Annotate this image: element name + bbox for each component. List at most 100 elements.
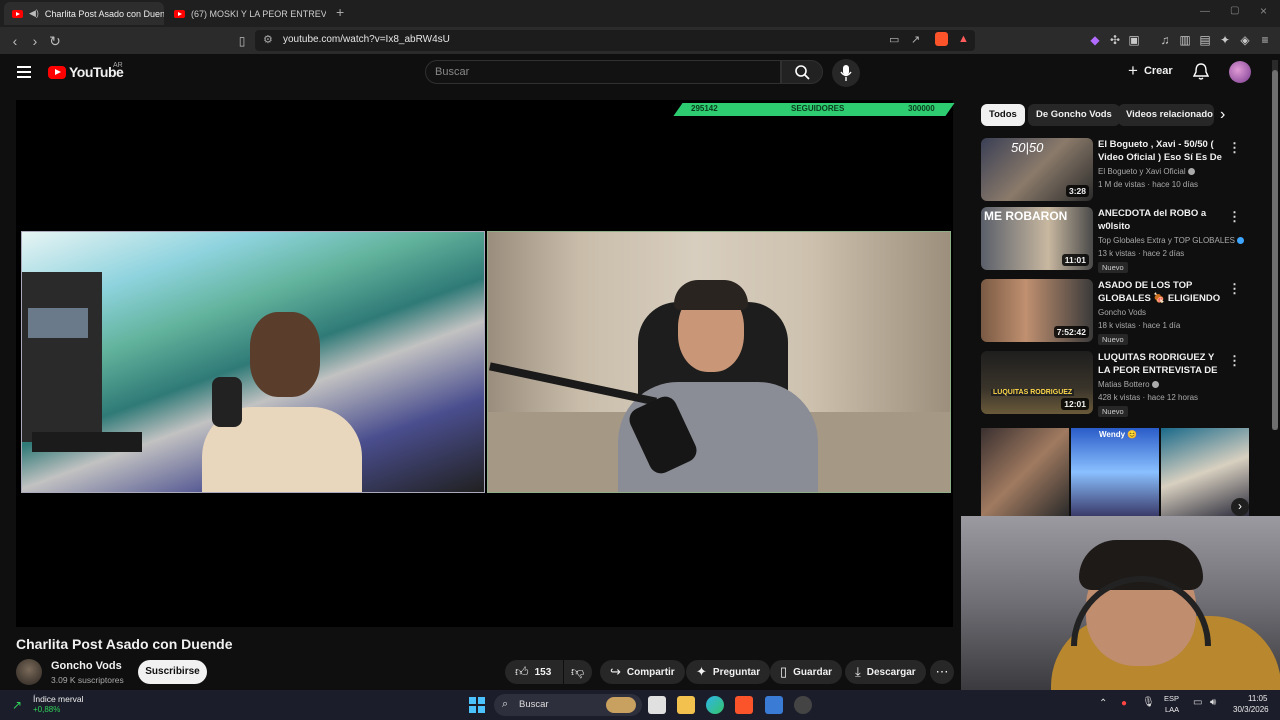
sidebar-icon[interactable]: ▥ <box>1178 33 1192 47</box>
voice-search-button[interactable] <box>832 59 860 87</box>
reload-icon[interactable]: ↻ <box>46 32 64 50</box>
monitor-screen-shape <box>28 308 88 338</box>
like-button[interactable]: 👍︎ 153 <box>505 660 563 684</box>
short-thumbnail[interactable] <box>981 428 1069 516</box>
obs-studio-icon[interactable] <box>794 696 812 714</box>
video-title[interactable]: LUQUITAS RODRIGUEZ Y LA PEOR ENTREVISTA … <box>1098 351 1223 377</box>
like-count: 153 <box>534 666 552 678</box>
extension-icon[interactable]: ◆ <box>1088 33 1102 47</box>
wallet-icon[interactable]: ▤ <box>1198 33 1212 47</box>
video-player[interactable]: 295142 SEGUIDORES 300000 <box>16 100 955 627</box>
address-bar[interactable]: ⚙ youtube.com/watch?v=Ix8_abRW4sU ▭ ↗ ▲ <box>255 30 975 51</box>
save-button[interactable]: ▯ Guardar <box>770 660 843 684</box>
page-scrollbar[interactable] <box>1272 60 1278 430</box>
more-vertical-icon[interactable]: ⋮ <box>1228 353 1241 369</box>
dislike-button[interactable]: 👎︎ <box>564 660 592 684</box>
plus-icon: + <box>1128 61 1138 80</box>
short-thumbnail[interactable]: Wendy 😊 <box>1071 428 1159 516</box>
related-video[interactable]: LUQUITAS RODRIGUEZ 12:01 LUQUITAS RODRIG… <box>981 351 1241 417</box>
video-thumbnail[interactable]: LUQUITAS RODRIGUEZ 12:01 <box>981 351 1093 414</box>
notifications-bell-icon[interactable] <box>1192 63 1211 81</box>
share-page-icon[interactable]: ↗ <box>911 33 920 46</box>
more-vertical-icon[interactable]: ⋮ <box>1228 209 1241 225</box>
video-thumbnail[interactable]: ME ROBARON 11:01 <box>981 207 1093 270</box>
chip-todos[interactable]: Todos <box>981 104 1025 126</box>
download-label: Descargar <box>866 666 916 678</box>
brave-shields-icon[interactable] <box>935 32 948 46</box>
search-button[interactable] <box>781 60 823 84</box>
media-icon[interactable]: ♫ <box>1158 33 1172 47</box>
keyboard-layout: LAA <box>1165 705 1180 714</box>
leo-ai-icon[interactable]: ✦ <box>1218 33 1232 47</box>
channel-name[interactable]: Goncho Vods <box>51 660 122 672</box>
video-title[interactable]: ANECDOTA del ROBO a w0lsito <box>1098 207 1223 233</box>
streamer-camera-left <box>21 231 485 493</box>
search-placeholder: Buscar <box>435 66 470 78</box>
taskbar-search[interactable]: ⌕ Buscar <box>494 694 642 716</box>
related-video[interactable]: 7:52:42 ASADO DE LOS TOP GLOBALES 🍖 ELIG… <box>981 279 1241 345</box>
account-avatar[interactable] <box>1229 61 1251 83</box>
chips-next-icon[interactable]: › <box>1220 106 1225 124</box>
widget-title[interactable]: Índice merval <box>33 694 84 704</box>
shorts-next-icon[interactable]: › <box>1231 498 1249 516</box>
chevron-up-icon[interactable]: ⌃ <box>1099 698 1107 709</box>
maximize-button[interactable]: ▢ <box>1230 5 1239 16</box>
browser-tab-active[interactable]: ◀) Charlita Post Asado con Duen × <box>4 2 164 25</box>
bookmark-save-icon: ▯ <box>780 664 788 679</box>
cast-icon[interactable]: ▭ <box>889 33 899 46</box>
forward-icon[interactable]: › <box>26 32 44 50</box>
brave-browser-icon[interactable] <box>735 696 753 714</box>
subscribe-button[interactable]: Suscribirse <box>138 660 207 684</box>
language-code[interactable]: ESP <box>1164 694 1179 703</box>
chip-channel[interactable]: De Goncho Vods <box>1028 104 1120 126</box>
minimize-button[interactable]: — <box>1200 6 1210 17</box>
channel-avatar[interactable] <box>16 659 42 685</box>
shorts-strip: Wendy 😊 › <box>981 428 1249 516</box>
photos-app-icon[interactable] <box>765 696 783 714</box>
more-vertical-icon[interactable]: ⋮ <box>1228 281 1241 297</box>
sparkle-icon: ✦ <box>696 664 707 679</box>
subscriber-count: 3.09 K suscriptores <box>51 675 124 685</box>
create-button[interactable]: + Crear <box>1128 61 1173 80</box>
video-title[interactable]: El Bogueto , Xavi - 50/50 ( Video Oficia… <box>1098 138 1223 164</box>
volume-icon[interactable]: 🔊︎ <box>1210 697 1216 708</box>
bookmark-icon[interactable]: ▯ <box>233 32 251 50</box>
file-explorer-icon[interactable] <box>677 696 695 714</box>
browser-tab[interactable]: (67) MOSKI Y LA PEOR ENTREVISTA D <box>166 2 326 25</box>
video-meta: 13 k vistas · hace 2 días <box>1098 249 1185 258</box>
youtube-logo-icon[interactable] <box>48 66 66 79</box>
task-view-icon[interactable] <box>648 696 666 714</box>
close-window-button[interactable]: × <box>1260 4 1267 18</box>
more-actions-button[interactable]: ⋯ <box>930 660 954 684</box>
related-video[interactable]: ME ROBARON 11:01 ANECDOTA del ROBO a w0l… <box>981 207 1244 273</box>
share-button[interactable]: ↪ Compartir <box>600 660 685 684</box>
back-icon[interactable]: ‹ <box>6 32 24 50</box>
download-button[interactable]: ⤓ Descargar <box>845 660 926 684</box>
puzzle-icon[interactable]: ✣ <box>1108 33 1122 47</box>
start-windows-icon[interactable] <box>468 696 486 714</box>
network-icon[interactable]: ▭ <box>1193 697 1202 708</box>
chip-related[interactable]: Videos relacionado <box>1118 104 1214 126</box>
screenshot-icon[interactable]: ▣ <box>1127 33 1141 47</box>
recording-icon[interactable]: ● <box>1121 698 1127 709</box>
search-input[interactable]: Buscar <box>425 60 781 84</box>
thumbnail-text: LUQUITAS RODRIGUEZ <box>991 389 1075 396</box>
clock-time[interactable]: 11:05 <box>1248 694 1267 703</box>
microphone-icon <box>840 65 852 81</box>
video-thumbnail[interactable]: 50|50 3:28 <box>981 138 1093 201</box>
brave-rewards-icon[interactable]: ▲ <box>958 33 969 45</box>
ask-button[interactable]: ✦ Preguntar <box>686 660 771 684</box>
site-settings-icon[interactable]: ⚙ <box>263 33 273 46</box>
video-duration: 12:01 <box>1061 398 1089 410</box>
edge-browser-icon[interactable] <box>706 696 724 714</box>
video-title[interactable]: ASADO DE LOS TOP GLOBALES 🍖 ELIGIENDO L.… <box>1098 279 1223 305</box>
menu-hamburger-icon[interactable] <box>17 66 31 78</box>
vpn-icon[interactable]: ◈ <box>1238 33 1252 47</box>
new-tab-button[interactable]: + <box>336 4 344 20</box>
related-video[interactable]: 50|50 3:28 El Bogueto , Xavi - 50/50 ( V… <box>981 138 1241 204</box>
menu-icon[interactable]: ≡ <box>1258 33 1272 47</box>
video-thumbnail[interactable]: 7:52:42 <box>981 279 1093 342</box>
more-vertical-icon[interactable]: ⋮ <box>1228 140 1241 156</box>
scrollbar-thumb[interactable] <box>1272 70 1278 430</box>
microphone-tray-icon[interactable]: 🎙︎ <box>1142 697 1155 708</box>
